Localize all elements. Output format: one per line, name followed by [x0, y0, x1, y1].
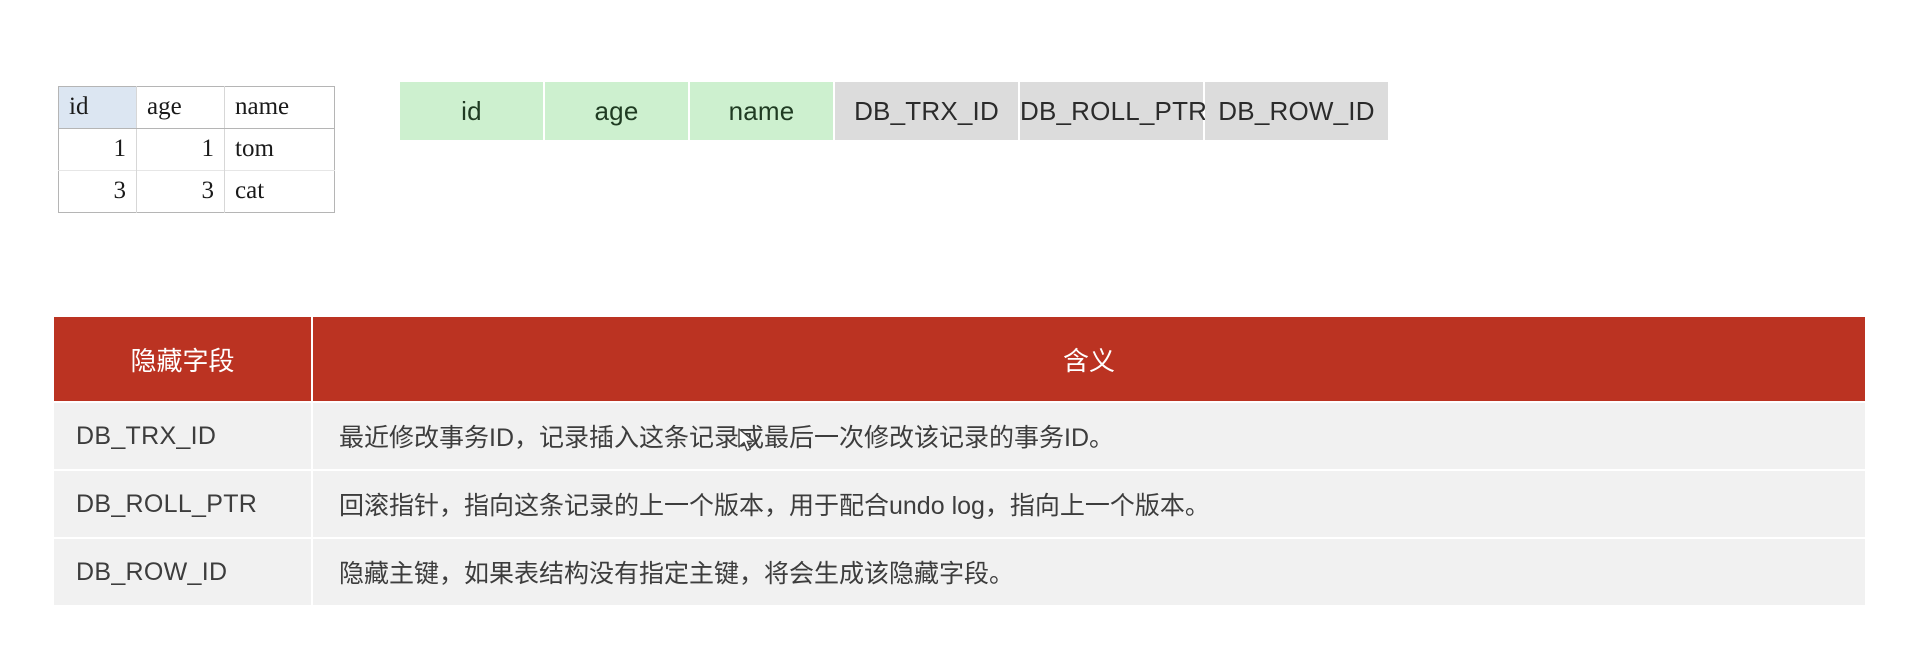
- meaning-column-header-field: 隐藏字段: [54, 317, 313, 402]
- record-result-table: id age name 1 1 tom 3 3 cat: [58, 86, 335, 213]
- record-column-header-id: id: [58, 86, 137, 129]
- meaning-cell-field: DB_TRX_ID: [54, 401, 313, 470]
- record-column-header-name: name: [224, 86, 335, 129]
- column-chip-id: id: [400, 82, 543, 140]
- record-cell-age: 3: [136, 170, 225, 213]
- column-chip-row: id age name DB_TRX_ID DB_ROLL_PTR DB_ROW…: [400, 82, 1388, 140]
- meaning-cell-field: DB_ROW_ID: [54, 537, 313, 605]
- meaning-cell-description: 回滚指针，指向这条记录的上一个版本，用于配合undo log，指向上一个版本。: [312, 469, 1865, 538]
- table-row: 3 3 cat: [58, 170, 335, 213]
- meaning-cell-description: 隐藏主键，如果表结构没有指定主键，将会生成该隐藏字段。: [312, 537, 1865, 605]
- record-cell-id: 3: [58, 170, 137, 213]
- table-row: DB_TRX_ID 最近修改事务ID，记录插入这条记录或最后一次修改该记录的事务…: [54, 401, 1865, 470]
- top-diagram-area: id age name 1 1 tom 3 3 cat id age name …: [0, 0, 1927, 240]
- record-cell-age: 1: [136, 128, 225, 171]
- table-row: DB_ROLL_PTR 回滚指针，指向这条记录的上一个版本，用于配合undo l…: [54, 469, 1865, 538]
- column-chip-db-row-id: DB_ROW_ID: [1205, 82, 1388, 140]
- table-row: DB_ROW_ID 隐藏主键，如果表结构没有指定主键，将会生成该隐藏字段。: [54, 537, 1865, 605]
- record-cell-name: cat: [224, 170, 335, 213]
- column-chip-db-trx-id: DB_TRX_ID: [835, 82, 1018, 140]
- meaning-table-header-row: 隐藏字段 含义: [54, 317, 1865, 402]
- meaning-cell-field: DB_ROLL_PTR: [54, 469, 313, 538]
- record-cell-id: 1: [58, 128, 137, 171]
- record-cell-name: tom: [235, 134, 274, 162]
- hidden-field-meaning-table: 隐藏字段 含义 DB_TRX_ID 最近修改事务ID，记录插入这条记录或最后一次…: [54, 317, 1865, 605]
- column-chip-db-roll-ptr: DB_ROLL_PTR: [1020, 82, 1207, 140]
- meaning-column-header-meaning: 含义: [312, 317, 1865, 402]
- meaning-cell-description: 最近修改事务ID，记录插入这条记录或最后一次修改该记录的事务ID。: [312, 401, 1865, 470]
- column-chip-age: age: [545, 82, 688, 140]
- record-column-header-age: age: [136, 86, 225, 129]
- record-table-header-row: id age name: [58, 86, 335, 129]
- column-chip-name: name: [690, 82, 833, 140]
- table-row: 1 1 tom: [58, 128, 335, 171]
